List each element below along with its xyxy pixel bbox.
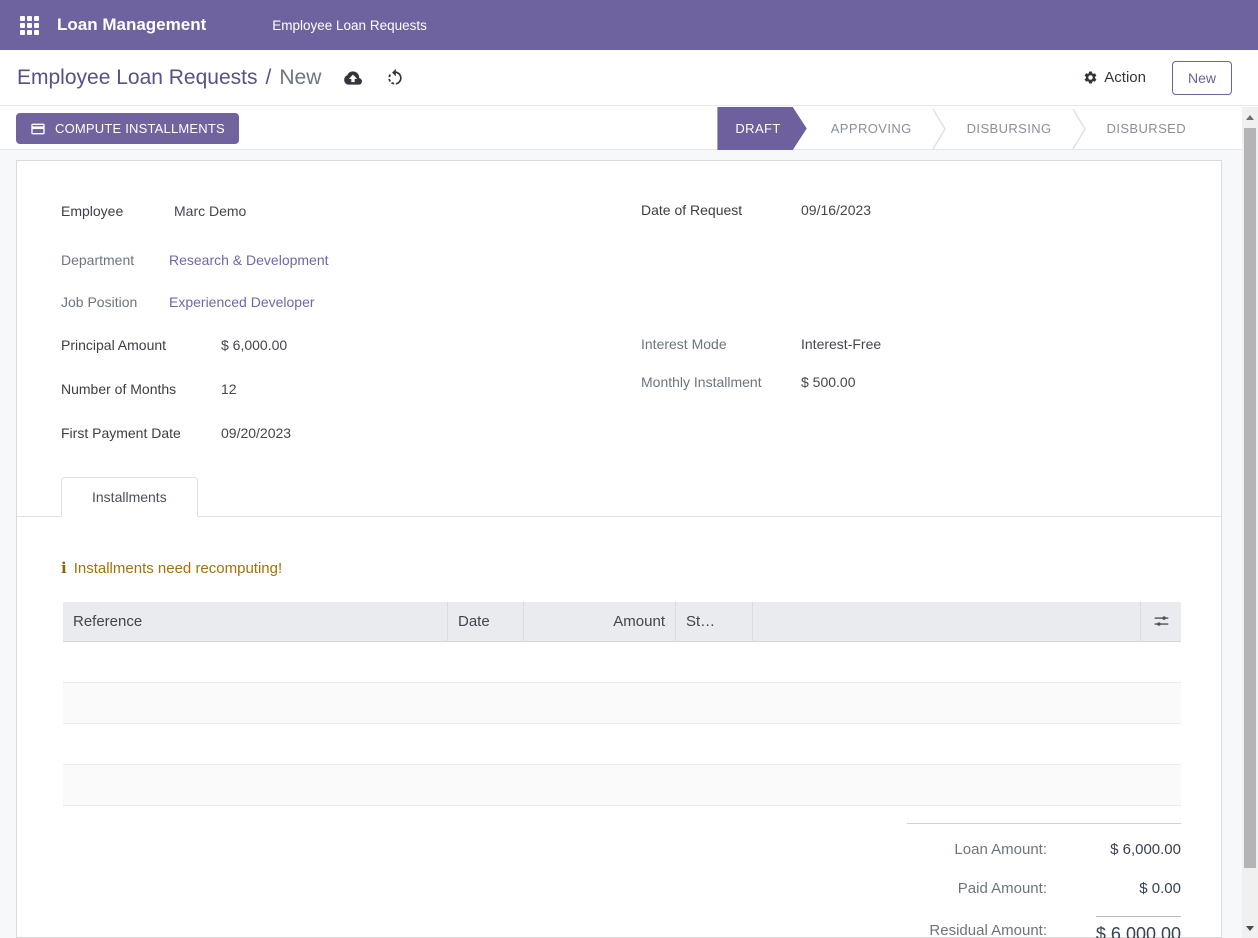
info-icon: i	[61, 559, 67, 577]
stage-chevron-icon	[932, 108, 947, 150]
compute-installments-button[interactable]: COMPUTE INSTALLMENTS	[16, 113, 239, 144]
field-department-link[interactable]: Research & Development	[169, 252, 329, 268]
stage-approving[interactable]: APPROVING	[811, 121, 932, 136]
field-interest-mode-value: Interest-Free	[801, 336, 881, 352]
status-band: COMPUTE INSTALLMENTS DRAFT APPROVING DIS…	[0, 107, 1242, 150]
column-header-blank	[753, 602, 1140, 642]
recompute-warning: i Installments need recomputing!	[61, 559, 282, 577]
total-residual-amount-label: Residual Amount:	[907, 922, 1047, 938]
field-principal-amount: Principal Amount $ 6,000.00	[61, 337, 287, 353]
field-employee-label: Employee	[61, 203, 171, 219]
column-header-status[interactable]: St…	[676, 602, 753, 642]
breadcrumb-separator: /	[266, 66, 272, 90]
field-first-payment-date: First Payment Date 09/20/2023	[61, 425, 291, 441]
field-number-of-months: Number of Months 12	[61, 381, 237, 397]
column-header-amount[interactable]: Amount	[524, 602, 676, 642]
field-first-payment-date-input[interactable]: 09/20/2023	[221, 425, 291, 441]
stage-chevron-icon	[1072, 108, 1087, 150]
app-title[interactable]: Loan Management	[57, 15, 206, 35]
field-employee-input[interactable]: Marc Demo	[174, 203, 246, 219]
stage-disbursed[interactable]: DISBURSED	[1087, 121, 1206, 136]
new-record-button[interactable]: New	[1172, 61, 1232, 95]
notebook-tab-bar: Installments	[17, 477, 1221, 517]
total-paid-amount-value: $ 0.00	[1047, 880, 1181, 897]
credit-card-icon	[30, 121, 46, 137]
total-loan-amount-label: Loan Amount:	[907, 841, 1047, 858]
total-paid-amount-label: Paid Amount:	[907, 880, 1047, 897]
totals-block: Loan Amount: $ 6,000.00 Paid Amount: $ 0…	[907, 823, 1181, 938]
field-principal-amount-label: Principal Amount	[61, 337, 221, 353]
list-header: Reference Date Amount St…	[63, 602, 1181, 642]
apps-grid-icon[interactable]	[20, 16, 39, 35]
recompute-warning-text: Installments need recomputing!	[74, 560, 282, 577]
empty-row	[63, 642, 1181, 683]
action-menu-label: Action	[1104, 69, 1146, 86]
statusbar: DRAFT APPROVING DISBURSING DISBURSED	[717, 107, 1206, 150]
field-number-of-months-input[interactable]: 12	[221, 381, 237, 397]
total-paid-amount: Paid Amount: $ 0.00	[907, 869, 1181, 908]
field-monthly-installment-label: Monthly Installment	[641, 374, 801, 390]
stage-disbursing[interactable]: DISBURSING	[947, 121, 1072, 136]
installments-list: Reference Date Amount St…	[63, 602, 1181, 806]
action-menu-button[interactable]: Action	[1083, 69, 1146, 86]
empty-row	[63, 724, 1181, 765]
discard-undo-icon[interactable]	[385, 68, 405, 88]
top-navbar: Loan Management Employee Loan Requests	[0, 0, 1258, 50]
field-principal-amount-input[interactable]: $ 6,000.00	[221, 337, 287, 353]
field-date-of-request-label: Date of Request	[641, 202, 801, 218]
empty-row	[63, 683, 1181, 724]
total-residual-amount: Residual Amount: $ 6,000.00	[907, 908, 1181, 938]
optional-columns-button[interactable]	[1140, 602, 1181, 642]
breadcrumb-current: New	[279, 66, 321, 90]
total-loan-amount: Loan Amount: $ 6,000.00	[907, 830, 1181, 869]
field-department-label: Department	[61, 252, 171, 268]
column-header-reference[interactable]: Reference	[63, 602, 448, 642]
field-number-of-months-label: Number of Months	[61, 381, 221, 397]
control-panel: Employee Loan Requests / New Action New	[0, 50, 1258, 106]
field-department: Department Research & Development	[61, 252, 329, 268]
scrollbar-thumb[interactable]	[1244, 128, 1256, 868]
scroll-down-arrow[interactable]	[1242, 920, 1258, 936]
scroll-up-arrow[interactable]	[1242, 109, 1258, 125]
field-monthly-installment: Monthly Installment $ 500.00	[641, 374, 856, 390]
field-interest-mode-label: Interest Mode	[641, 336, 801, 352]
total-residual-amount-value: $ 6,000.00	[1047, 916, 1181, 938]
field-interest-mode: Interest Mode Interest-Free	[641, 336, 881, 352]
control-panel-right: Action New	[1083, 61, 1232, 95]
tab-installments[interactable]: Installments	[61, 477, 198, 517]
sliders-icon	[1153, 613, 1170, 630]
save-cloud-upload-icon[interactable]	[343, 68, 363, 88]
list-body	[63, 642, 1181, 806]
field-date-of-request: Date of Request 09/16/2023	[641, 202, 871, 218]
form-sheet: Employee Marc Demo Department Research &…	[16, 160, 1222, 938]
breadcrumb: Employee Loan Requests / New	[17, 66, 321, 90]
empty-row	[63, 765, 1181, 806]
total-loan-amount-value: $ 6,000.00	[1047, 841, 1181, 858]
content-area: Employee Marc Demo Department Research &…	[0, 150, 1242, 938]
field-job-position-link[interactable]: Experienced Developer	[169, 294, 315, 310]
field-monthly-installment-value: $ 500.00	[801, 374, 856, 390]
gear-icon	[1083, 70, 1098, 85]
stage-draft[interactable]: DRAFT	[717, 107, 806, 150]
column-header-date[interactable]: Date	[448, 602, 524, 642]
breadcrumb-parent-link[interactable]: Employee Loan Requests	[17, 66, 258, 90]
compute-installments-label: COMPUTE INSTALLMENTS	[55, 121, 225, 136]
field-first-payment-date-label: First Payment Date	[61, 425, 221, 441]
field-job-position-label: Job Position	[61, 294, 171, 310]
field-employee: Employee Marc Demo	[61, 203, 246, 219]
nav-menu-employee-loan-requests[interactable]: Employee Loan Requests	[272, 18, 427, 33]
field-date-of-request-input[interactable]: 09/16/2023	[801, 202, 871, 218]
field-job-position: Job Position Experienced Developer	[61, 294, 315, 310]
vertical-scrollbar[interactable]	[1242, 107, 1258, 938]
